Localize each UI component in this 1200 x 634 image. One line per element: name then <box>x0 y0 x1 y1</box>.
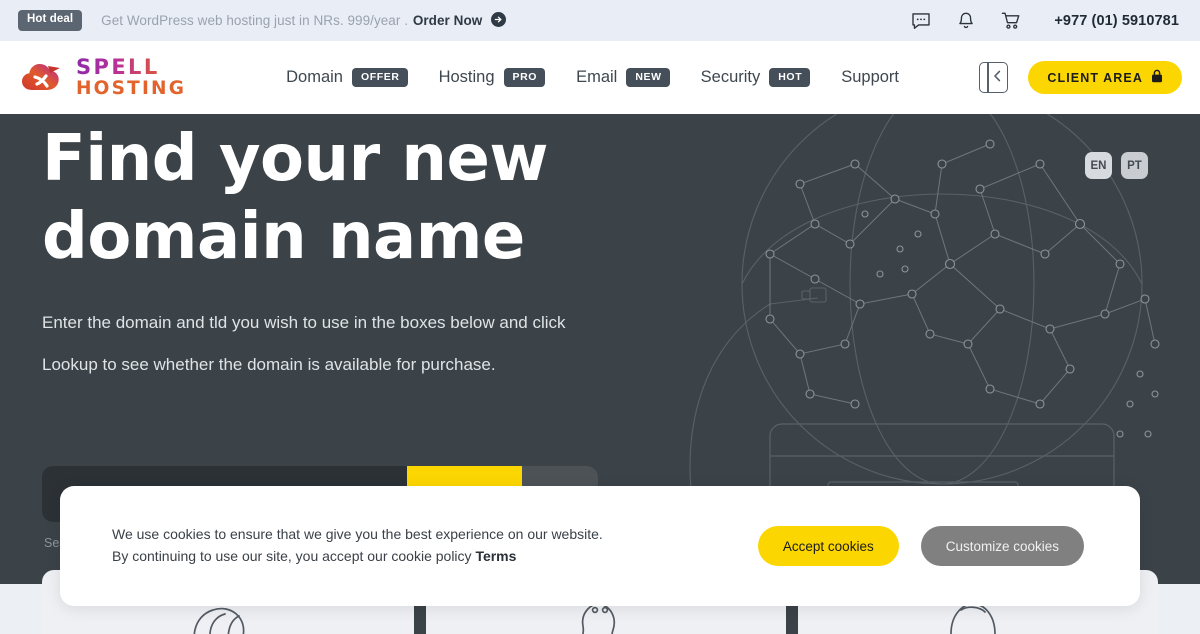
logo-text-hosting: HOSTING <box>76 77 187 99</box>
nav-label-hosting: Hosting <box>438 68 495 86</box>
cookie-message-line-2: By continuing to use our site, you accep… <box>112 546 603 568</box>
cookie-terms-link[interactable]: Terms <box>475 548 516 564</box>
phone-number[interactable]: +977 (01) 5910781 <box>1054 13 1179 29</box>
nav-item-support[interactable]: Support <box>841 68 899 87</box>
client-area-button[interactable]: CLIENT AREA <box>1028 61 1182 94</box>
cart-icon[interactable] <box>1001 11 1021 31</box>
client-area-label: CLIENT AREA <box>1047 70 1143 85</box>
nav-badge-new: NEW <box>626 68 670 87</box>
nav-label-support: Support <box>841 68 900 86</box>
nav-label-email: Email <box>576 68 618 86</box>
hero-title-line-2: domain name <box>42 200 525 275</box>
topbar-actions: +977 (01) 5910781 <box>911 11 1182 31</box>
hero-title-line-1: Find your new <box>42 122 549 196</box>
nav-badge-hot: HOT <box>769 68 811 87</box>
logo-wordmark: SPELL HOSTING <box>76 56 187 99</box>
spell-hosting-cloud-icon <box>18 58 70 98</box>
cookie-message: We use cookies to ensure that we give yo… <box>112 524 603 567</box>
arrow-right-circle-icon <box>491 11 507 30</box>
cookie-actions: Accept cookies Customize cookies <box>757 526 1088 566</box>
order-now-link[interactable]: Order Now <box>413 13 482 28</box>
cookie-message-line-1: We use cookies to ensure that we give yo… <box>112 526 603 543</box>
nav-item-domain[interactable]: Domain OFFER <box>286 68 408 87</box>
navbar-actions: CLIENT AREA <box>979 61 1182 94</box>
nav-label-security: Security <box>700 68 761 86</box>
hero-copy: Find your new domain name Enter the doma… <box>42 114 642 386</box>
sidebar-collapse-icon[interactable] <box>979 62 1009 93</box>
logo-text-spell: SPELL <box>76 56 186 78</box>
language-switcher: EN PT <box>1085 152 1148 179</box>
nav-badge-pro: PRO <box>503 68 546 87</box>
nav-badge-offer: OFFER <box>351 68 408 87</box>
promo-text: Get WordPress web hosting just in NRs. 9… <box>101 11 507 30</box>
lang-button-pt[interactable]: PT <box>1121 152 1148 179</box>
page-root: Hot deal Get WordPress web hosting just … <box>0 0 1200 634</box>
promo-message: Get WordPress web hosting just in NRs. 9… <box>101 12 409 28</box>
nav-label-domain: Domain <box>286 68 343 86</box>
bell-icon[interactable] <box>956 11 976 31</box>
lang-button-en[interactable]: EN <box>1085 152 1112 179</box>
page-title: Find your new domain name <box>42 120 642 276</box>
main-navbar: SPELL HOSTING Domain OFFER Hosting PRO E… <box>0 41 1200 114</box>
nav-item-hosting[interactable]: Hosting PRO <box>439 68 546 87</box>
chevron-left-icon <box>993 69 1002 87</box>
hero-subtitle: Enter the domain and tld you wish to use… <box>42 313 566 375</box>
cookie-message-line-2-prefix: By continuing to use our site, you accep… <box>112 548 476 564</box>
top-promo-bar: Hot deal Get WordPress web hosting just … <box>0 0 1200 41</box>
collapse-divider <box>987 63 989 92</box>
chat-icon[interactable] <box>911 11 931 31</box>
customize-cookies-button[interactable]: Customize cookies <box>920 526 1084 566</box>
site-logo[interactable]: SPELL HOSTING <box>18 55 186 101</box>
cookie-consent-banner: We use cookies to ensure that we give yo… <box>60 486 1140 606</box>
hot-deal-badge: Hot deal <box>18 10 83 31</box>
nav-item-email[interactable]: Email NEW <box>576 68 670 87</box>
primary-navigation: Domain OFFER Hosting PRO Email NEW Secur… <box>286 68 899 87</box>
nav-item-security[interactable]: Security HOT <box>701 68 811 87</box>
lock-icon <box>1151 69 1163 86</box>
accept-cookies-button[interactable]: Accept cookies <box>757 526 899 566</box>
